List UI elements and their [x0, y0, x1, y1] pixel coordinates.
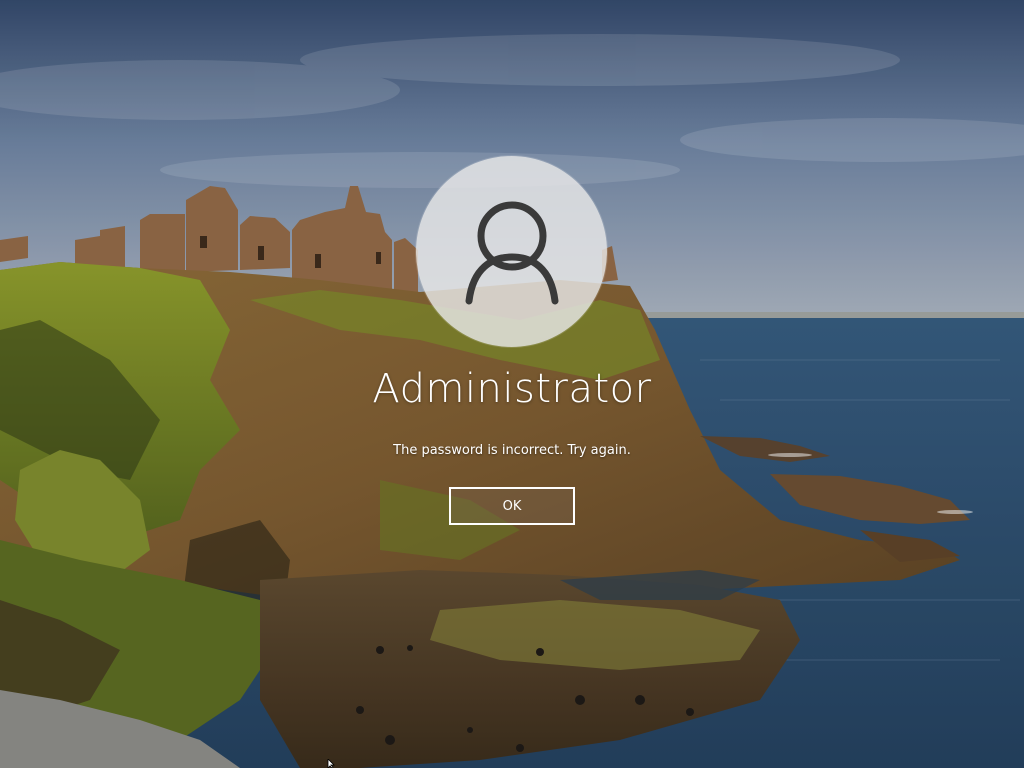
ok-button[interactable]: OK	[449, 487, 575, 525]
username-label: Administrator	[372, 366, 652, 412]
user-avatar	[416, 156, 607, 347]
user-silhouette-icon	[465, 201, 559, 305]
ok-button-label: OK	[502, 498, 522, 514]
lock-screen: Administrator The password is incorrect.…	[0, 0, 1024, 768]
error-message: The password is incorrect. Try again.	[393, 443, 631, 458]
mouse-cursor-icon	[327, 759, 335, 768]
